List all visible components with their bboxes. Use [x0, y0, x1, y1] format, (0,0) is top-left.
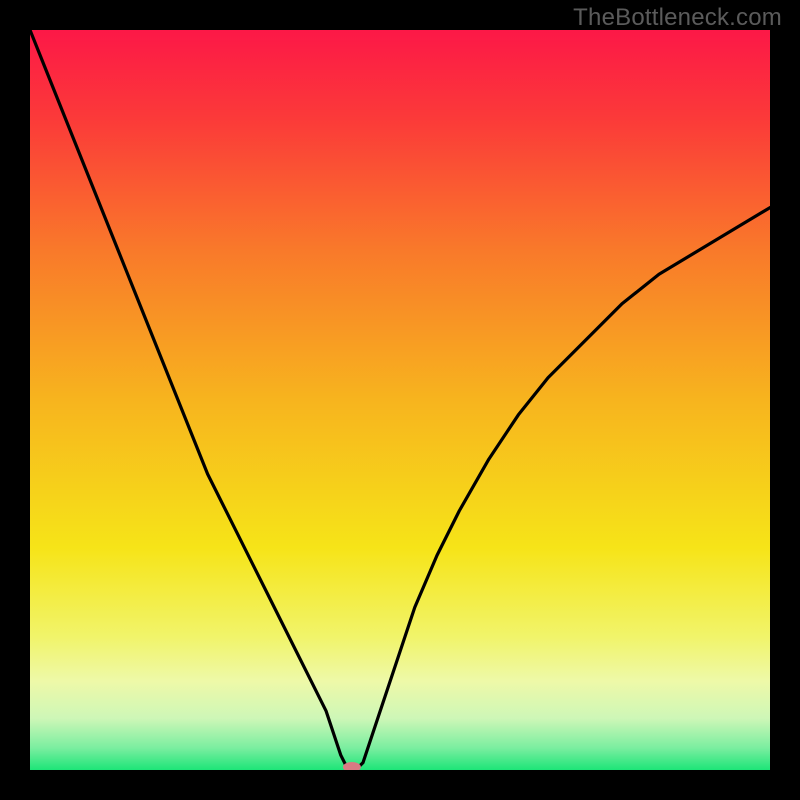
- gradient-background: [30, 30, 770, 770]
- bottleneck-chart: [30, 30, 770, 770]
- watermark-text: TheBottleneck.com: [573, 4, 782, 32]
- plot-area: [30, 30, 770, 770]
- chart-frame: TheBottleneck.com: [0, 0, 800, 800]
